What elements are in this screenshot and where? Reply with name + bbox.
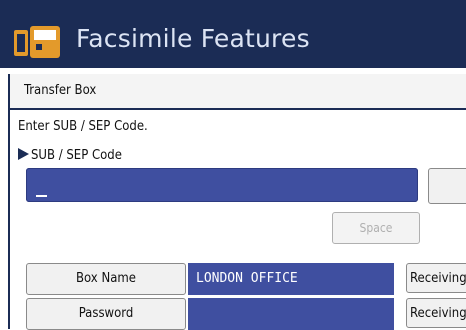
instruction-text: Enter SUB / SEP Code.	[18, 119, 148, 134]
receiving-button-2[interactable]: Receiving	[406, 298, 466, 328]
triangle-right-icon	[18, 148, 29, 160]
window-title: Facsimile Features	[76, 24, 310, 53]
password-button[interactable]: Password	[26, 298, 186, 330]
box-name-button[interactable]: Box Name	[26, 263, 186, 295]
space-button[interactable]: Space	[332, 212, 420, 244]
sub-sep-code-label-text: SUB / SEP Code	[31, 148, 122, 163]
receiving-button-1[interactable]: Receiving	[406, 263, 466, 293]
box-name-value: LONDON OFFICE	[188, 263, 394, 295]
breadcrumb-label: Transfer Box	[24, 83, 97, 98]
breadcrumb: Transfer Box	[8, 74, 466, 110]
password-value	[188, 298, 394, 330]
text-cursor	[36, 195, 47, 197]
fax-app-icon	[14, 26, 60, 58]
sub-sep-code-label: SUB / SEP Code	[18, 148, 122, 163]
title-bar: Facsimile Features	[0, 0, 466, 68]
content-area	[8, 110, 10, 329]
sub-sep-code-input[interactable]	[26, 168, 418, 202]
side-button[interactable]	[428, 168, 466, 204]
